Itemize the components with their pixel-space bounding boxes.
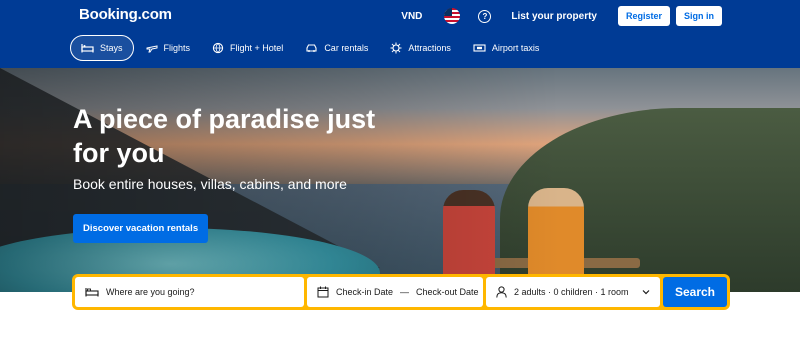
top-header: Booking.com VND ? List your property Reg… bbox=[0, 0, 800, 68]
occupancy-selector[interactable]: 2 adults · 0 children · 1 room bbox=[486, 277, 660, 307]
nav-label: Car rentals bbox=[324, 43, 369, 53]
header-actions: VND ? List your property Register Sign i… bbox=[401, 5, 722, 27]
nav-car-rentals[interactable]: Car rentals bbox=[295, 35, 378, 61]
hero-title: A piece of paradise just for you bbox=[73, 104, 376, 168]
calendar-icon bbox=[317, 286, 329, 298]
nav-flights[interactable]: Flights bbox=[136, 35, 201, 61]
booking-logo[interactable]: Booking.com bbox=[79, 6, 172, 23]
nav-label: Airport taxis bbox=[491, 43, 540, 53]
hero-subtitle: Book entire houses, villas, cabins, and … bbox=[73, 176, 347, 192]
list-property-link[interactable]: List your property bbox=[511, 11, 597, 22]
nav-label: Flight + Hotel bbox=[230, 43, 284, 53]
occupancy-value: 2 adults · 0 children · 1 room bbox=[514, 287, 629, 297]
nav-airport-taxis[interactable]: Airport taxis bbox=[463, 35, 550, 61]
search-bar: Where are you going? Check-in Date — Che… bbox=[72, 274, 730, 310]
sign-in-button[interactable]: Sign in bbox=[676, 6, 722, 26]
help-icon[interactable]: ? bbox=[478, 9, 492, 23]
bed-icon bbox=[81, 43, 94, 53]
person-icon bbox=[496, 286, 507, 298]
destination-placeholder: Where are you going? bbox=[106, 287, 195, 297]
globe-plane-icon bbox=[212, 42, 224, 54]
chevron-down-icon bbox=[642, 287, 650, 297]
bed-icon bbox=[85, 287, 99, 297]
taxi-icon bbox=[473, 43, 486, 53]
car-icon bbox=[305, 43, 318, 53]
nav-label: Stays bbox=[100, 43, 123, 53]
nav-stays[interactable]: Stays bbox=[70, 35, 134, 61]
nav-flight-hotel[interactable]: Flight + Hotel bbox=[202, 35, 293, 61]
hero-banner: A piece of paradise just for you Book en… bbox=[0, 68, 800, 292]
attractions-icon bbox=[390, 42, 402, 54]
nav-attractions[interactable]: Attractions bbox=[380, 35, 461, 61]
register-button[interactable]: Register bbox=[617, 6, 670, 26]
currency-selector[interactable]: VND bbox=[401, 11, 422, 22]
us-flag-icon[interactable] bbox=[444, 8, 461, 24]
plane-icon bbox=[146, 43, 158, 53]
date-picker[interactable]: Check-in Date — Check-out Date bbox=[307, 277, 483, 307]
checkout-date: Check-out Date bbox=[416, 287, 479, 297]
checkin-date: Check-in Date bbox=[336, 287, 394, 297]
discover-vacation-rentals-button[interactable]: Discover vacation rentals bbox=[73, 214, 209, 243]
date-separator: — bbox=[400, 287, 410, 297]
product-nav: Stays Flights Flight + Hotel Car rentals… bbox=[70, 34, 551, 62]
search-button[interactable]: Search bbox=[663, 277, 727, 307]
nav-label: Attractions bbox=[408, 43, 451, 53]
nav-label: Flights bbox=[163, 43, 191, 53]
destination-input[interactable]: Where are you going? bbox=[75, 277, 304, 307]
